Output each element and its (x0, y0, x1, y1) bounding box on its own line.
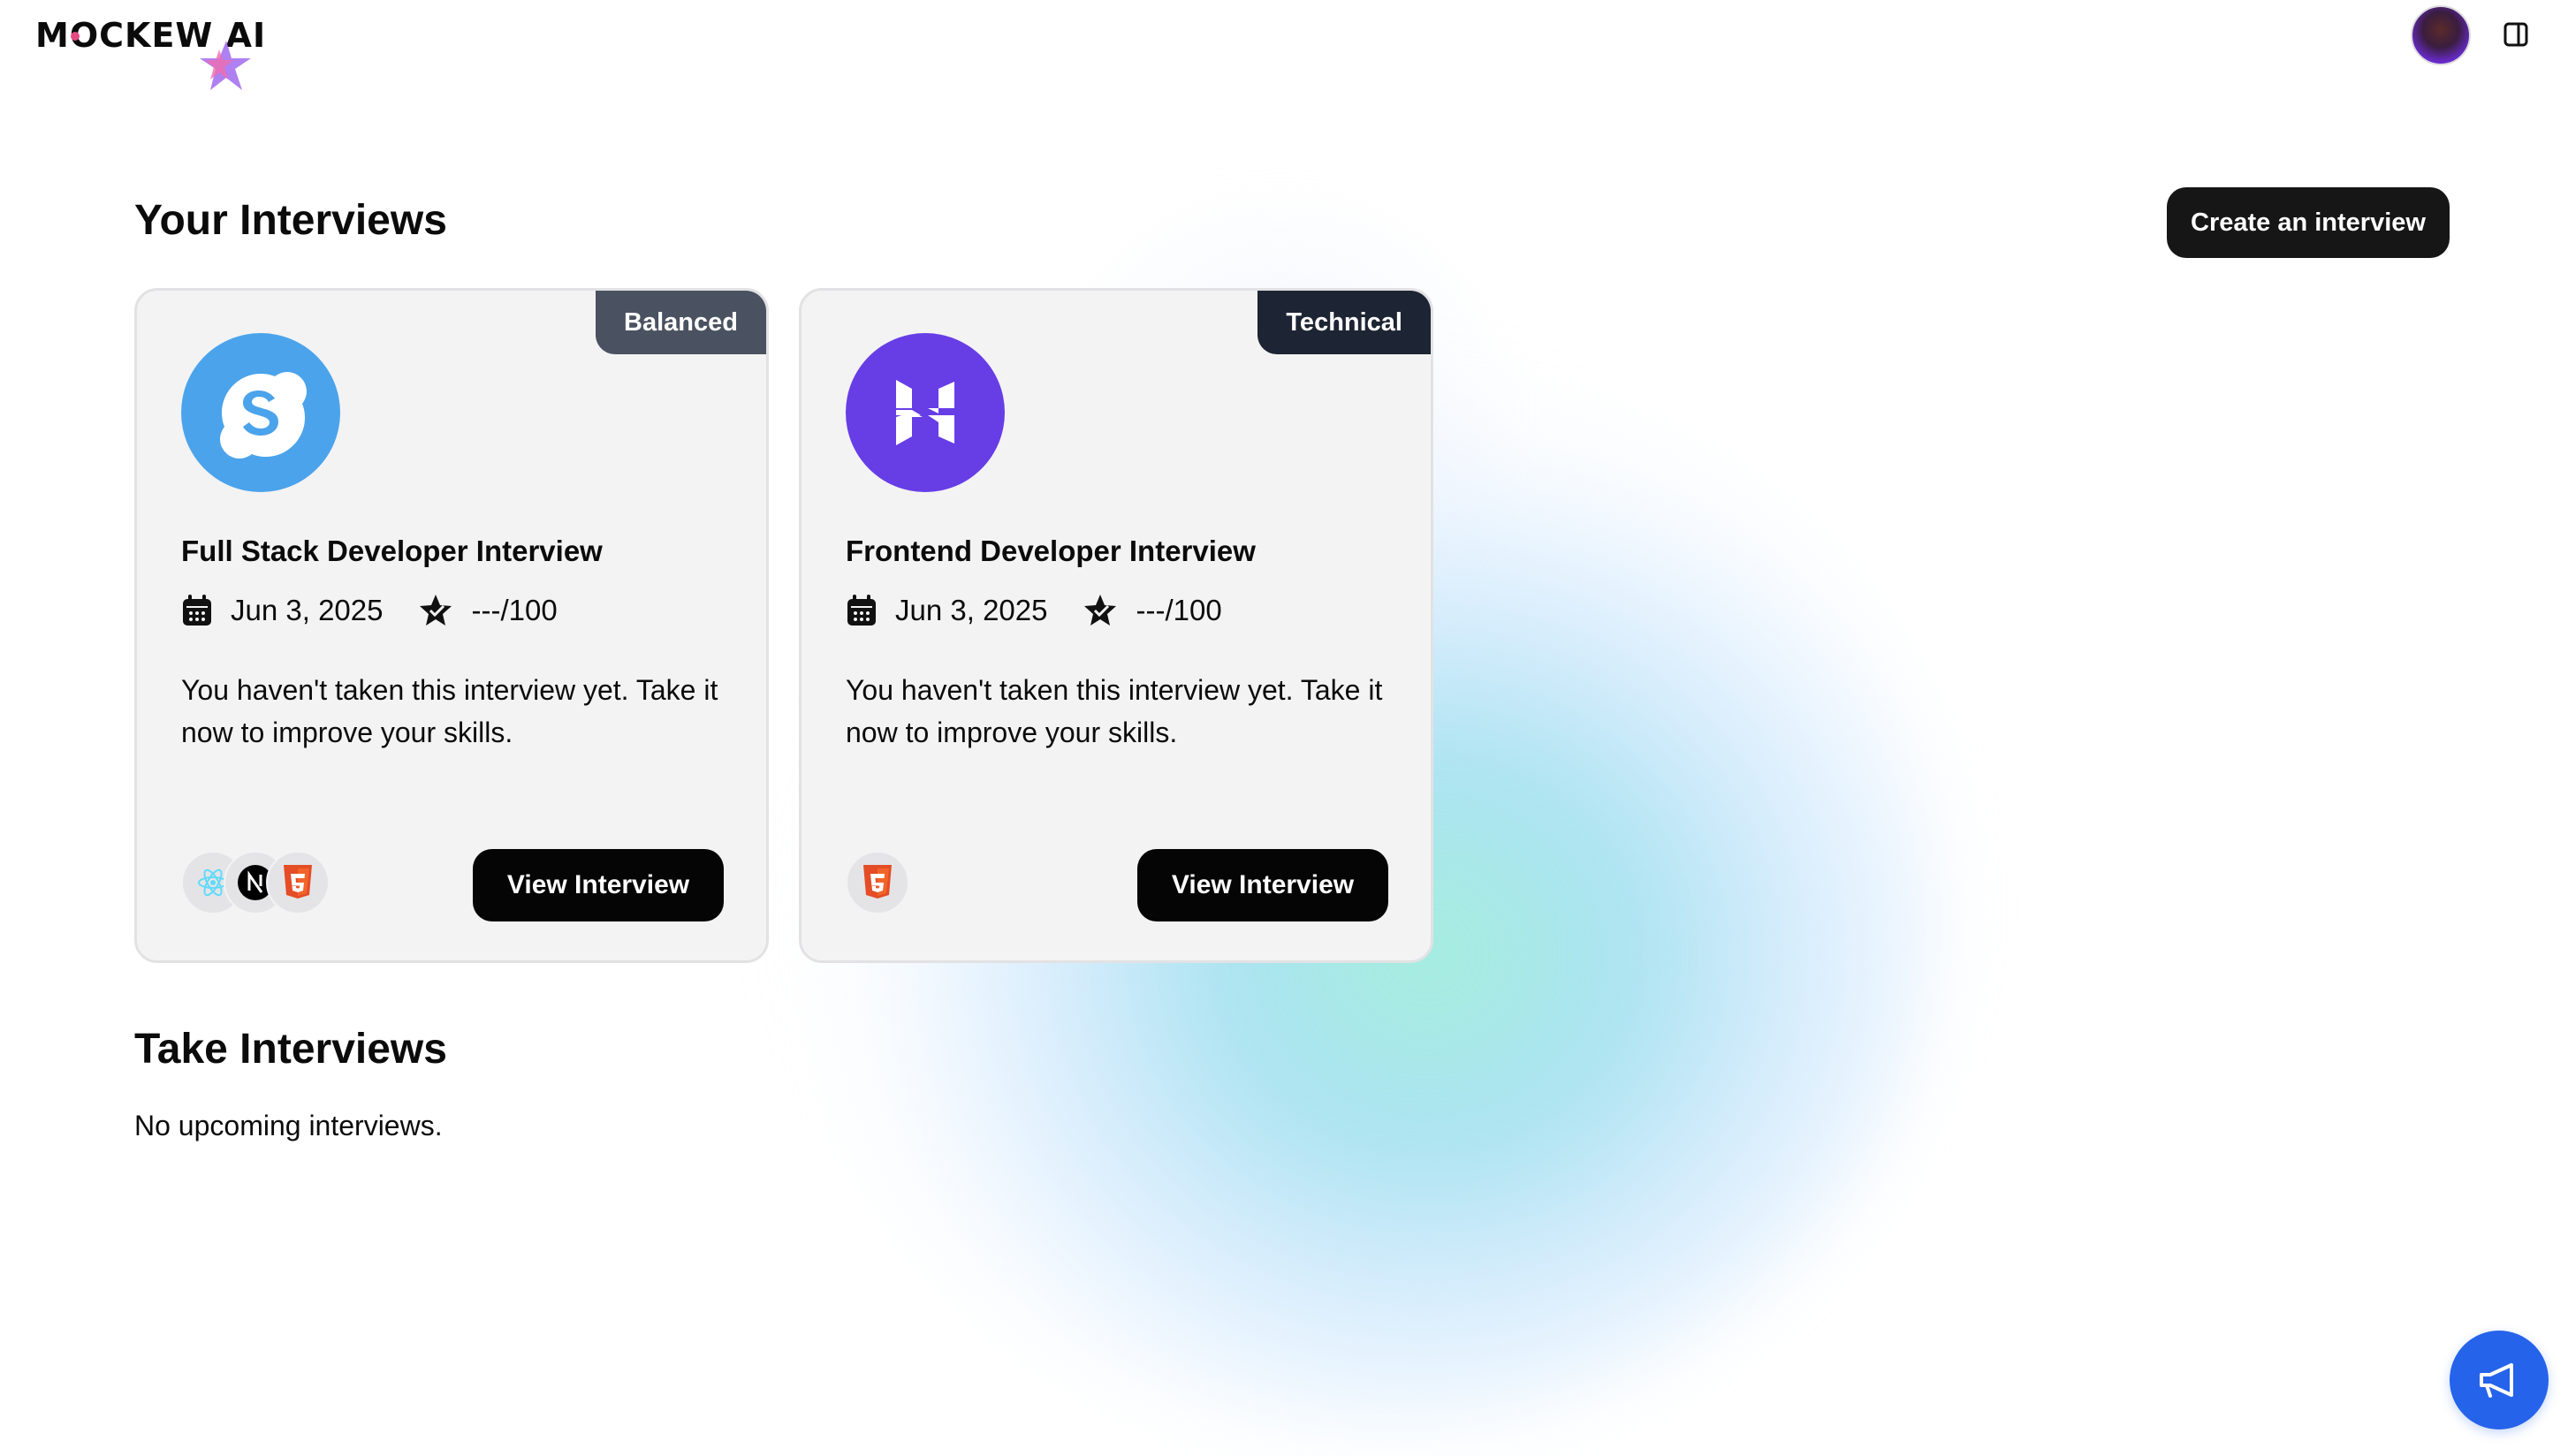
empty-state-text: No upcoming interviews. (134, 1110, 443, 1141)
tech-stack (181, 851, 330, 914)
interview-description: You haven't taken this interview yet. Ta… (846, 674, 1383, 748)
sidebar-toggle-icon[interactable] (2503, 21, 2529, 48)
interview-date: Jun 3, 2025 (231, 594, 384, 626)
user-avatar[interactable] (2411, 5, 2471, 65)
interview-score: ---/100 (471, 594, 558, 626)
create-interview-button[interactable]: Create an interview (2167, 187, 2450, 258)
interview-title: Frontend Developer Interview (846, 535, 1256, 567)
page: MOCKEW AI Your Interviews Create an inte… (0, 0, 2568, 1456)
calendar-icon (181, 594, 213, 627)
star-icon (1083, 593, 1118, 628)
view-interview-button[interactable]: View Interview (1137, 849, 1388, 921)
feedback-button[interactable] (2450, 1331, 2549, 1429)
take-interviews-heading: Take Interviews (134, 1026, 447, 1073)
view-interview-button[interactable]: View Interview (473, 849, 724, 921)
interview-date: Jun 3, 2025 (895, 594, 1048, 626)
calendar-icon (846, 594, 878, 627)
your-interviews-heading: Your Interviews (134, 197, 447, 244)
interview-description: You haven't taken this interview yet. Ta… (181, 674, 718, 748)
logo-star-icon (200, 41, 251, 90)
html5-icon (266, 851, 330, 914)
star-icon (418, 593, 453, 628)
skype-logo-icon (181, 333, 340, 492)
megaphone-icon (2480, 1363, 2513, 1398)
hostinger-logo-icon (846, 333, 1005, 492)
interview-type-badge: Technical (1257, 291, 1431, 354)
tech-stack (846, 851, 909, 914)
interview-title: Full Stack Developer Interview (181, 535, 603, 567)
interview-score: ---/100 (1136, 594, 1222, 626)
interview-card: Balanced Full Stack Developer Interview … (134, 288, 769, 963)
interview-type-badge: Balanced (596, 291, 766, 354)
interview-meta: Jun 3, 2025 ---/100 (181, 593, 558, 628)
logo-sparkle-icon (71, 32, 80, 41)
interview-meta: Jun 3, 2025 ---/100 (846, 593, 1222, 628)
interview-card: Technical Frontend Developer Interview J… (799, 288, 1433, 963)
html5-icon (846, 851, 909, 914)
